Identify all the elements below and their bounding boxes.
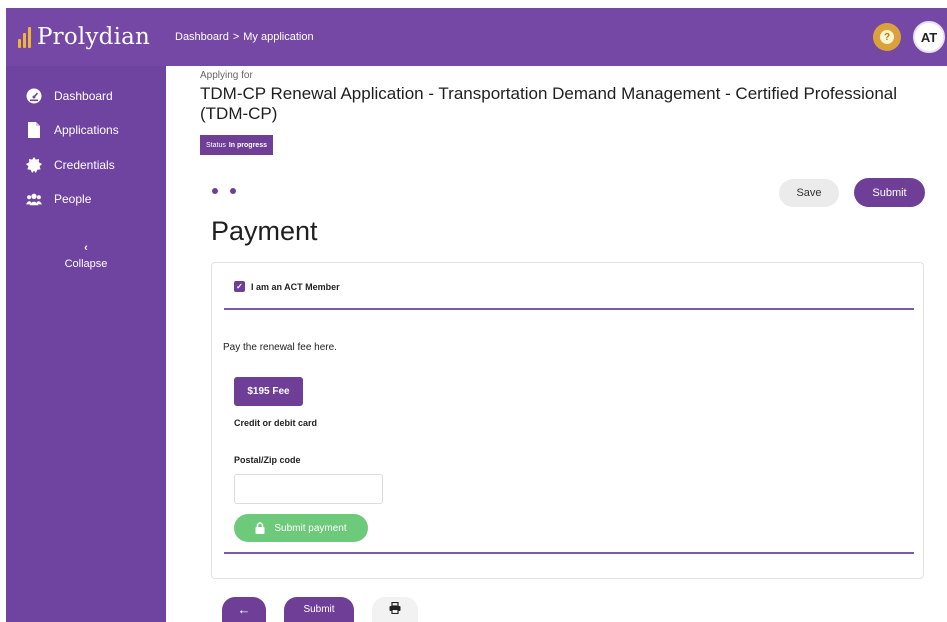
sidebar-item-label: Dashboard: [54, 89, 113, 103]
back-button[interactable]: ←: [222, 597, 266, 622]
sidebar-item-label: People: [54, 192, 92, 206]
postal-label: Postal/Zip code: [234, 455, 301, 465]
checkbox-checked-icon[interactable]: ✓: [234, 281, 245, 292]
certificate-seal-icon: [26, 157, 42, 173]
step-indicator-dot[interactable]: [230, 188, 236, 194]
breadcrumb: Dashboard > My application: [175, 31, 314, 43]
logo-mark-icon: [18, 26, 31, 48]
breadcrumb-separator: >: [232, 31, 240, 43]
application-title: TDM-CP Renewal Application - Transportat…: [200, 84, 898, 123]
print-icon: [389, 601, 401, 619]
document-icon: [26, 122, 42, 138]
sidebar-item-credentials[interactable]: Credentials: [26, 157, 115, 173]
logo[interactable]: Prolydian: [18, 21, 150, 53]
payment-card: ✓ I am an ACT Member Pay the renewal fee…: [211, 262, 924, 579]
divider: [224, 308, 914, 310]
sidebar-item-label: Credentials: [54, 158, 115, 172]
act-member-checkbox-row[interactable]: ✓ I am an ACT Member: [234, 281, 340, 292]
arrow-left-icon: ←: [237, 602, 251, 617]
sidebar-item-people[interactable]: People: [26, 191, 91, 207]
dashboard-gauge-icon: [26, 88, 42, 104]
postal-code-input[interactable]: [234, 474, 383, 504]
print-button[interactable]: [372, 597, 418, 622]
logo-text: Prolydian: [37, 24, 151, 50]
submit-button[interactable]: Submit: [854, 178, 925, 207]
help-button[interactable]: ?: [873, 23, 901, 51]
sidebar-item-dashboard[interactable]: Dashboard: [26, 88, 113, 104]
avatar[interactable]: AT: [913, 21, 945, 53]
applying-for-label: Applying for: [200, 70, 253, 81]
status-label: Status: [206, 141, 226, 149]
lock-icon: [255, 522, 265, 534]
top-bar: Prolydian Dashboard > My application ? AT: [6, 8, 947, 66]
breadcrumb-current: My application: [243, 31, 314, 43]
chevron-left-icon: ‹: [84, 242, 88, 254]
bottom-submit-button[interactable]: Submit: [284, 597, 354, 622]
card-label: Credit or debit card: [234, 418, 318, 428]
people-icon: [26, 191, 42, 207]
sidebar: Dashboard Applications Credentials Peopl…: [6, 66, 166, 622]
act-member-label: I am an ACT Member: [251, 281, 340, 292]
submit-payment-label: Submit payment: [274, 522, 347, 534]
breadcrumb-dashboard[interactable]: Dashboard: [175, 31, 229, 43]
step-indicator-dot[interactable]: [212, 188, 218, 194]
save-button[interactable]: Save: [779, 179, 839, 207]
question-icon: ?: [880, 30, 894, 44]
page-title: Payment: [211, 216, 318, 246]
divider: [224, 552, 914, 554]
sidebar-item-applications[interactable]: Applications: [26, 122, 119, 138]
payment-instruction: Pay the renewal fee here.: [223, 342, 337, 353]
status-badge: Status In progress: [200, 135, 273, 155]
collapse-button[interactable]: ‹ Collapse: [6, 242, 166, 270]
fee-button[interactable]: $195 Fee: [234, 377, 303, 406]
collapse-label: Collapse: [64, 258, 108, 270]
submit-payment-button[interactable]: Submit payment: [234, 514, 368, 542]
status-value: In progress: [228, 141, 267, 149]
sidebar-item-label: Applications: [54, 123, 119, 137]
